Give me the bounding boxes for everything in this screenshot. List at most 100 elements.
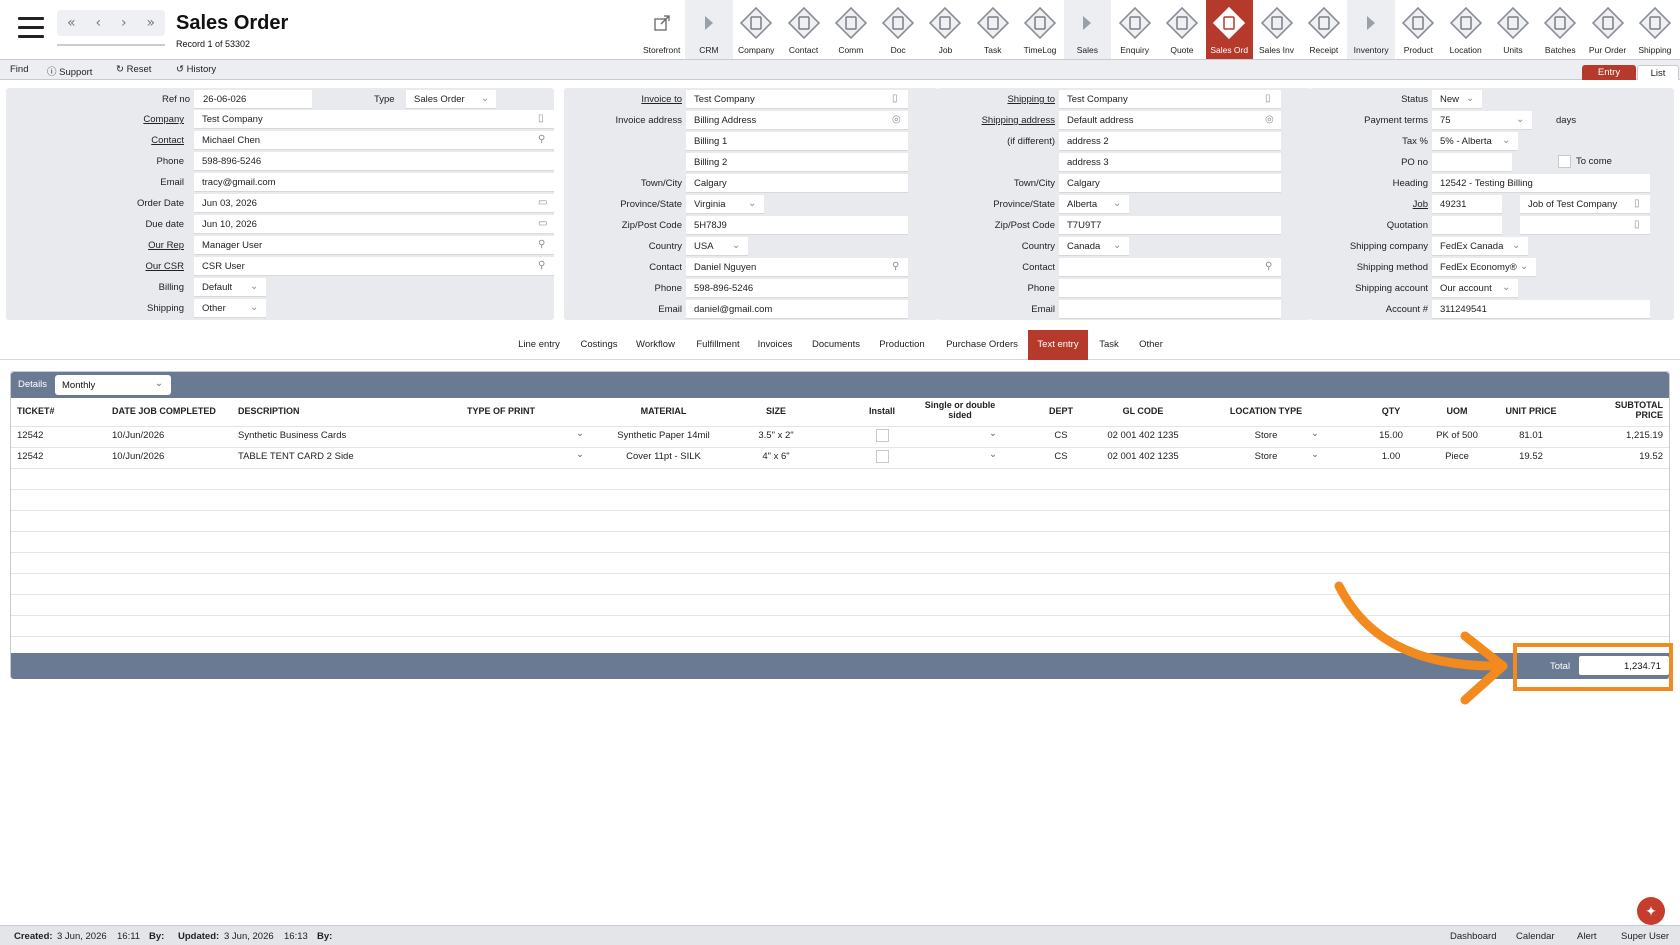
module-job[interactable]: Job (921, 0, 970, 59)
tab-workflow[interactable]: Workflow (635, 330, 676, 360)
invoice-to-field[interactable]: Test Company ▯ (686, 90, 908, 109)
person-icon[interactable]: ⚲ (892, 261, 899, 272)
order-date-field[interactable]: Jun 03, 2026 ▭ (194, 194, 554, 213)
tab-task[interactable]: Task (1097, 330, 1121, 360)
tab-documents[interactable]: Documents (811, 330, 861, 360)
install-checkbox[interactable] (876, 429, 889, 442)
chevron-down-icon[interactable]: ⌄ (1466, 93, 1474, 104)
chevron-down-icon[interactable]: ⌄ (1311, 449, 1319, 460)
reset-button[interactable]: ↻ Reset (116, 64, 151, 75)
module-receipt[interactable]: Receipt (1300, 0, 1348, 59)
module-quote[interactable]: Quote (1158, 0, 1206, 59)
book-icon[interactable]: ▯ (1265, 93, 1271, 104)
tab-fulfillment[interactable]: Fulfillment (695, 330, 741, 360)
phone-field[interactable]: 598-896-5246 (194, 152, 554, 171)
job-description-field[interactable]: Job of Test Company ▯ (1520, 195, 1650, 214)
column-header[interactable]: DATE JOB COMPLETED (112, 406, 227, 416)
shipping-address-label[interactable]: Shipping address (982, 115, 1055, 126)
quotation-lookup-field[interactable]: ▯ (1520, 216, 1650, 235)
column-header[interactable]: LOCATION TYPE (1211, 406, 1321, 416)
hamburger-menu-icon[interactable] (18, 17, 44, 39)
invoice-address-field[interactable]: Billing Address ◎ (686, 111, 908, 130)
column-header[interactable]: GL CODE (1103, 406, 1183, 416)
due-date-field[interactable]: Jun 10, 2026 ▭ (194, 215, 554, 234)
to-come-checkbox[interactable] (1558, 155, 1571, 168)
tab-other[interactable]: Other (1137, 330, 1165, 360)
list-view-button[interactable]: List (1637, 65, 1679, 80)
tab-invoices[interactable]: Invoices (757, 330, 793, 360)
invoice-zip-field[interactable]: 5H78J9 (686, 216, 908, 235)
module-company[interactable]: Company (732, 0, 780, 59)
po-no-field[interactable] (1432, 153, 1512, 172)
next-record-button[interactable]: › (121, 15, 127, 31)
contact-field[interactable]: Michael Chen ⚲ (194, 131, 554, 150)
module-task[interactable]: Task (969, 0, 1017, 59)
status-field[interactable]: New ⌄ (1432, 90, 1482, 109)
person-icon[interactable]: ⚲ (1265, 261, 1272, 272)
chevron-down-icon[interactable]: ⌄ (1502, 135, 1510, 146)
last-record-button[interactable]: » (146, 15, 155, 31)
column-header[interactable]: TICKET# (17, 406, 102, 416)
install-checkbox[interactable] (876, 450, 889, 463)
invoice-country-field[interactable]: USA ⌄ (686, 237, 748, 256)
tab-text-entry[interactable]: Text entry (1028, 330, 1088, 360)
first-record-button[interactable]: « (67, 15, 76, 31)
shipping-city-field[interactable]: Calgary (1059, 174, 1281, 193)
column-header[interactable]: QTY (1371, 406, 1411, 416)
support-button[interactable]: ⓘ Support (47, 64, 92, 78)
chevron-down-icon[interactable]: ⌄ (989, 428, 997, 439)
calendar-icon[interactable]: ▭ (538, 197, 547, 208)
column-header[interactable]: UNIT PRICE (1501, 406, 1561, 416)
calendar-icon[interactable]: ▭ (538, 218, 547, 229)
module-doc[interactable]: Doc (874, 0, 922, 59)
shipping-contact-field[interactable]: ⚲ (1059, 258, 1281, 277)
chevron-down-icon[interactable]: ⌄ (732, 240, 740, 251)
module-crm[interactable]: CRM (685, 0, 733, 59)
company-label[interactable]: Company (143, 114, 184, 125)
shipping-line2-field[interactable]: address 2 (1059, 132, 1281, 151)
column-header[interactable]: TYPE OF PRINT (416, 406, 586, 416)
tab-line-entry[interactable]: Line entry (518, 330, 560, 360)
assistant-fab-icon[interactable]: ✦ (1637, 897, 1665, 925)
shipping-email-field[interactable] (1059, 300, 1281, 319)
shipping-account-field[interactable]: Our account ⌄ (1432, 279, 1518, 298)
chevron-down-icon[interactable]: ⌄ (1311, 428, 1319, 439)
quotation-field[interactable] (1432, 216, 1502, 235)
chevron-down-icon[interactable]: ⌄ (748, 198, 756, 209)
module-sales[interactable]: Sales (1063, 0, 1111, 59)
contact-label[interactable]: Contact (151, 135, 184, 146)
module-location[interactable]: Location (1442, 0, 1490, 59)
book-icon[interactable]: ▯ (1634, 219, 1640, 230)
previous-record-button[interactable]: ‹ (95, 15, 101, 31)
period-select[interactable]: Monthly ⌄ (55, 375, 171, 395)
chevron-down-icon[interactable]: ⌄ (1113, 198, 1121, 209)
pin-icon[interactable]: ◎ (1265, 114, 1274, 125)
chevron-down-icon[interactable]: ⌄ (989, 449, 997, 460)
shipping-mode-field[interactable]: Other ⌄ (194, 299, 266, 318)
column-header[interactable]: Single or double sided (921, 400, 999, 420)
chevron-down-icon[interactable]: ⌄ (1113, 240, 1121, 251)
tax-field[interactable]: 5% - Alberta ⌄ (1432, 132, 1518, 151)
type-select[interactable]: Sales Order ⌄ (406, 90, 496, 109)
module-units[interactable]: Units (1489, 0, 1537, 59)
shipping-method-field[interactable]: FedEx Economy® ⌄ (1432, 258, 1536, 277)
chevron-down-icon[interactable]: ⌄ (576, 428, 584, 439)
shipping-to-field[interactable]: Test Company ▯ (1059, 90, 1281, 109)
column-header[interactable]: UOM (1431, 406, 1483, 416)
book-icon[interactable]: ▯ (1634, 198, 1640, 209)
our-csr-label[interactable]: Our CSR (145, 261, 184, 272)
our-rep-label[interactable]: Our Rep (148, 240, 184, 251)
shipping-to-label[interactable]: Shipping to (1007, 94, 1055, 105)
invoice-to-label[interactable]: Invoice to (641, 94, 682, 105)
module-enquiry[interactable]: Enquiry (1110, 0, 1159, 59)
module-sales-ord[interactable]: Sales Ord (1205, 0, 1253, 59)
payment-terms-field[interactable]: 75 ⌄ (1432, 111, 1532, 130)
invoice-contact-field[interactable]: Daniel Nguyen ⚲ (686, 258, 908, 277)
invoice-province-field[interactable]: Virginia ⌄ (686, 195, 764, 214)
invoice-line2-field[interactable]: Billing 2 (686, 153, 908, 172)
pin-icon[interactable]: ◎ (892, 114, 901, 125)
entry-view-button[interactable]: Entry (1582, 65, 1636, 80)
alert-link[interactable]: Alert (1577, 931, 1597, 942)
module-product[interactable]: Product (1394, 0, 1443, 59)
column-header[interactable]: SUBTOTAL PRICE (1593, 400, 1663, 420)
